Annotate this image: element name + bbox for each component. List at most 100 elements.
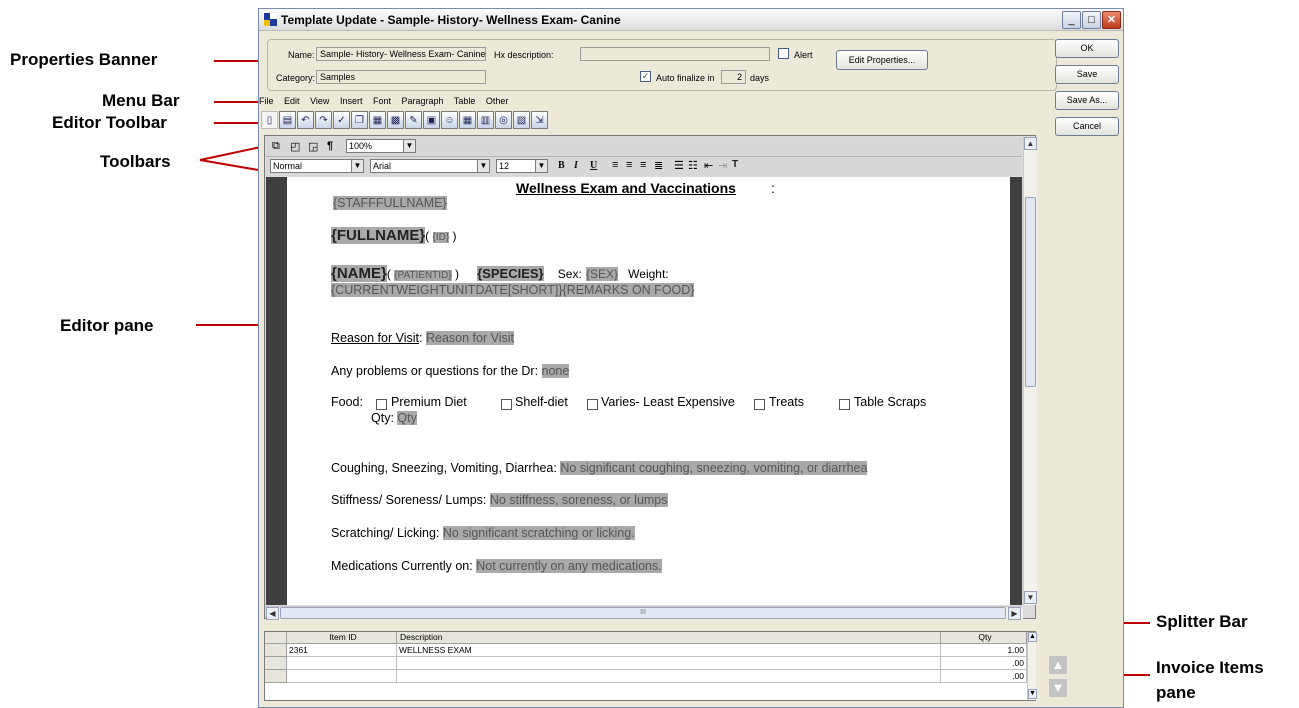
cancel-button[interactable]: Cancel	[1055, 117, 1119, 136]
scroll-left-icon[interactable]: ◀	[266, 607, 279, 620]
food-checkbox[interactable]	[376, 399, 387, 410]
insert-chart-icon[interactable]: ▥	[477, 111, 494, 129]
chevron-down-icon: ▼	[535, 160, 547, 172]
italic-button[interactable]: I	[574, 160, 578, 171]
insert-image-icon[interactable]: ✎	[405, 111, 422, 129]
hx-description-label: Hx description:	[494, 50, 554, 60]
menu-insert[interactable]: Insert	[340, 96, 363, 106]
column-header[interactable]: Description	[397, 632, 941, 644]
menu-table[interactable]: Table	[454, 96, 476, 106]
menu-paragraph[interactable]: Paragraph	[402, 96, 444, 106]
invoice-qty[interactable]: 1.00	[941, 644, 1027, 657]
scroll-up-icon[interactable]: ▲	[1028, 632, 1037, 642]
menu-other[interactable]: Other	[486, 96, 509, 106]
splitter-bar[interactable]	[259, 621, 1123, 629]
underline-button[interactable]: U	[590, 160, 597, 171]
food-checkbox[interactable]	[587, 399, 598, 410]
bullet-list-icon[interactable]: ☷	[688, 159, 698, 172]
alert-checkbox[interactable]	[778, 48, 789, 59]
ok-button[interactable]: OK	[1055, 39, 1119, 58]
exit-icon[interactable]: ⇲	[531, 111, 548, 129]
save-as-button[interactable]: Save As...	[1055, 91, 1119, 110]
zoom-select[interactable]: 100% ▼	[346, 139, 416, 153]
horizontal-scrollbar[interactable]: ◀ III ▶	[266, 606, 1023, 620]
align-left-icon[interactable]: ≡	[612, 159, 618, 171]
save-button[interactable]: Save	[1055, 65, 1119, 84]
edit-properties-button[interactable]: Edit Properties...	[836, 50, 928, 70]
invoice-description[interactable]	[397, 670, 941, 683]
menu-view[interactable]: View	[310, 96, 329, 106]
row-header[interactable]	[265, 670, 287, 683]
row-header[interactable]	[265, 644, 287, 657]
annotation-line	[214, 122, 264, 124]
justify-icon[interactable]: ≣	[654, 159, 663, 172]
document-page[interactable]: Wellness Exam and Vaccinations : {STAFFF…	[287, 177, 1010, 605]
auto-finalize-days-field[interactable]: 2	[721, 70, 746, 84]
font-size-select[interactable]: 12 ▼	[496, 159, 548, 173]
close-icon[interactable]: ✕	[1102, 11, 1121, 29]
minimize-icon[interactable]: _	[1062, 11, 1081, 29]
food-checkbox[interactable]	[501, 399, 512, 410]
title-bar[interactable]: Template Update - Sample- History- Welln…	[259, 9, 1123, 31]
spellcheck-icon[interactable]: ✓	[333, 111, 350, 129]
redo-icon[interactable]: ↷	[315, 111, 332, 129]
menu-edit[interactable]: Edit	[284, 96, 300, 106]
insert-link-icon[interactable]: ◎	[495, 111, 512, 129]
food-option: Treats	[769, 395, 804, 409]
move-down-icon[interactable]: ▼	[1049, 679, 1067, 697]
align-center-icon[interactable]: ≡	[626, 159, 632, 171]
name-field[interactable]: Sample- History- Wellness Exam- Canine	[316, 47, 486, 61]
hx-description-field[interactable]	[580, 47, 770, 61]
undo-icon[interactable]: ↶	[297, 111, 314, 129]
row-header[interactable]	[265, 657, 287, 670]
footer-icon[interactable]: ◲	[308, 140, 318, 153]
scroll-thumb[interactable]: III	[280, 607, 1006, 619]
invoice-qty[interactable]: .00	[941, 670, 1027, 683]
numbered-list-icon[interactable]: ☰	[674, 159, 684, 172]
maximize-icon[interactable]: □	[1082, 11, 1101, 29]
increase-indent-icon[interactable]: ⇥	[718, 159, 727, 172]
medications-label: Medications Currently on:	[331, 559, 473, 573]
move-up-icon[interactable]: ▲	[1049, 656, 1067, 674]
invoice-qty[interactable]: .00	[941, 657, 1027, 670]
insert-table-icon[interactable]: ▦	[459, 111, 476, 129]
text-color-icon[interactable]: T	[732, 159, 738, 170]
food-checkbox[interactable]	[754, 399, 765, 410]
invoice-item-id[interactable]	[287, 657, 397, 670]
invoice-scrollbar[interactable]: ▲ ▼	[1027, 632, 1037, 700]
menu-file[interactable]: File	[259, 96, 274, 106]
menu-font[interactable]: Font	[373, 96, 391, 106]
insert-field-icon[interactable]: ▩	[387, 111, 404, 129]
food-checkbox[interactable]	[839, 399, 850, 410]
invoice-item-id[interactable]: 2361	[287, 644, 397, 657]
invoice-description[interactable]	[397, 657, 941, 670]
invoice-description[interactable]: WELLNESS EXAM	[397, 644, 941, 657]
column-header[interactable]: Qty	[941, 632, 1027, 644]
align-right-icon[interactable]: ≡	[640, 159, 646, 171]
column-header[interactable]: Item ID	[287, 632, 397, 644]
category-field[interactable]: Samples	[316, 70, 486, 84]
scroll-thumb[interactable]	[1025, 197, 1036, 387]
vertical-scrollbar[interactable]: ▲ ▼	[1023, 137, 1037, 605]
insert-object-icon[interactable]: ▣	[423, 111, 440, 129]
paste-icon[interactable]: ▦	[369, 111, 386, 129]
properties-banner: Name: Sample- History- Wellness Exam- Ca…	[267, 39, 1057, 91]
decrease-indent-icon[interactable]: ⇤	[704, 159, 713, 172]
new-document-icon[interactable]: ▯	[261, 111, 278, 129]
scroll-up-icon[interactable]: ▲	[1024, 137, 1037, 150]
insert-picture-icon[interactable]: ☺	[441, 111, 458, 129]
page-setup-icon[interactable]: ⧉	[272, 140, 280, 153]
print-icon[interactable]: ▤	[279, 111, 296, 129]
font-select[interactable]: Arial ▼	[370, 159, 490, 173]
header-icon[interactable]: ◰	[290, 140, 300, 153]
copy-icon[interactable]: ❐	[351, 111, 368, 129]
invoice-item-id[interactable]	[287, 670, 397, 683]
style-select[interactable]: Normal ▼	[270, 159, 364, 173]
scroll-right-icon[interactable]: ▶	[1008, 607, 1021, 620]
bold-button[interactable]: B	[558, 160, 565, 171]
show-formatting-icon[interactable]: ¶	[327, 140, 333, 152]
scroll-down-icon[interactable]: ▼	[1028, 689, 1037, 699]
scroll-down-icon[interactable]: ▼	[1024, 591, 1037, 604]
insert-template-icon[interactable]: ▧	[513, 111, 530, 129]
auto-finalize-checkbox[interactable]: ✓	[640, 71, 651, 82]
